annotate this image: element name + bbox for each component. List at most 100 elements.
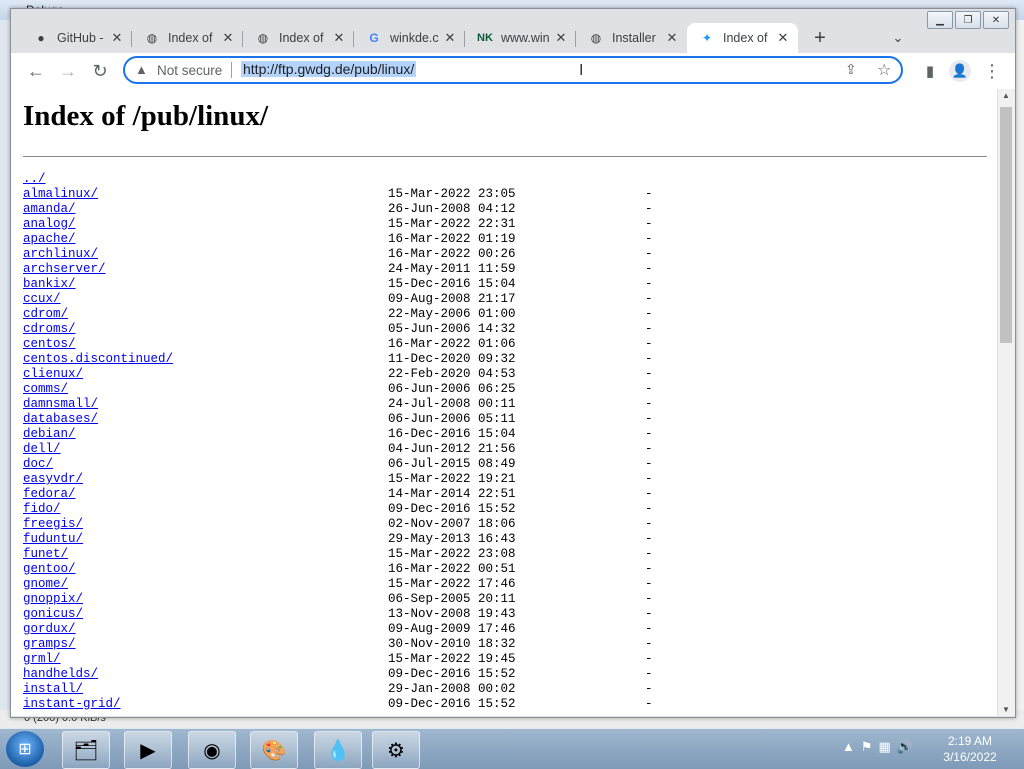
directory-link[interactable]: fido/ (23, 502, 61, 517)
tab-github[interactable]: ● GitHub - ✕ (21, 23, 132, 53)
profile-avatar-icon[interactable]: 👤 (947, 58, 973, 84)
file-size: - (645, 427, 653, 441)
file-size: - (645, 622, 653, 636)
close-tab-icon[interactable]: ✕ (663, 30, 681, 46)
directory-link[interactable]: gnome/ (23, 577, 68, 592)
address-bar[interactable]: ▲ Not secure http://ftp.gwdg.de/pub/linu… (123, 56, 903, 84)
network-icon[interactable]: ▦ (879, 739, 891, 755)
menu-kebab-icon[interactable]: ⋮ (979, 58, 1005, 84)
volume-icon[interactable]: 🔊 (897, 739, 913, 755)
scroll-down-arrow-icon[interactable]: ▼ (1002, 705, 1010, 714)
directory-link[interactable]: cdroms/ (23, 322, 76, 337)
tab-index-of-2[interactable]: ◍ Index of ✕ (243, 23, 354, 53)
list-item: centos.discontinued/11-Dec-2020 09:32 - (23, 352, 973, 367)
nk-icon: NK (477, 32, 493, 44)
file-size: - (645, 487, 653, 501)
not-secure-label[interactable]: Not secure (157, 63, 222, 78)
vertical-scrollbar[interactable]: ▲ ▼ (997, 89, 1015, 716)
close-tab-icon[interactable]: ✕ (552, 30, 570, 46)
share-icon[interactable]: ⇪ (845, 61, 857, 78)
forward-arrow-icon[interactable]: → (55, 58, 81, 84)
modified-date: 09-Aug-2008 21:17 (388, 292, 516, 306)
modified-date: 29-Jan-2008 00:02 (388, 682, 516, 696)
tab-strip: ● GitHub - ✕ ◍ Index of ✕ ◍ Index of ✕ G… (11, 23, 1015, 53)
directory-link[interactable]: doc/ (23, 457, 53, 472)
kde-taskbar-button[interactable]: ⚙ (372, 731, 420, 769)
list-item: almalinux/15-Mar-2022 23:05 - (23, 187, 973, 202)
back-arrow-icon[interactable]: ← (23, 58, 49, 84)
directory-link[interactable]: dell/ (23, 442, 61, 457)
directory-link[interactable]: apache/ (23, 232, 76, 247)
directory-link[interactable]: freegis/ (23, 517, 83, 532)
directory-link[interactable]: install/ (23, 682, 83, 697)
directory-link[interactable]: almalinux/ (23, 187, 98, 202)
directory-link[interactable]: gonicus/ (23, 607, 83, 622)
directory-link[interactable]: databases/ (23, 412, 98, 427)
list-item: install/29-Jan-2008 00:02 - (23, 682, 973, 697)
directory-link[interactable]: gentoo/ (23, 562, 76, 577)
directory-link[interactable]: funet/ (23, 547, 68, 562)
start-button[interactable]: ⊞ (6, 731, 44, 767)
tab-www-win[interactable]: NK www.win ✕ (465, 23, 576, 53)
tab-search-chevron-icon[interactable]: ⌄ (887, 27, 909, 49)
clock[interactable]: 2:19 AM 3/16/2022 (930, 733, 1010, 765)
scroll-up-arrow-icon[interactable]: ▲ (1002, 91, 1010, 100)
directory-link[interactable]: analog/ (23, 217, 76, 232)
explorer-icon: 🗂 (73, 739, 99, 762)
directory-link[interactable]: bankix/ (23, 277, 76, 292)
tab-installer[interactable]: ◍ Installer ✕ (576, 23, 687, 53)
modified-date: 24-Jul-2008 00:11 (388, 397, 516, 411)
directory-link[interactable]: archserver/ (23, 262, 106, 277)
paint-taskbar-button[interactable]: 🎨 (250, 731, 298, 769)
tab-index-of-1[interactable]: ◍ Index of ✕ (132, 23, 243, 53)
media-player-taskbar-button[interactable]: ▶ (124, 731, 172, 769)
tab-index-of-active[interactable]: ✦ Index of ✕ (687, 23, 798, 53)
directory-listing: ../ almalinux/15-Mar-2022 23:05- amanda/2… (23, 172, 973, 712)
directory-link[interactable]: cdrom/ (23, 307, 68, 322)
reload-icon[interactable]: ↻ (87, 58, 113, 84)
directory-link[interactable]: amanda/ (23, 202, 76, 217)
directory-link[interactable]: comms/ (23, 382, 68, 397)
list-item: cdrom/22-May-2006 01:00 - (23, 307, 973, 322)
warning-triangle-icon[interactable]: ▲ (135, 62, 148, 77)
explorer-taskbar-button[interactable]: 🗂 (62, 731, 110, 769)
action-center-flag-icon[interactable]: ⚑ (861, 739, 873, 755)
directory-link[interactable]: easyvdr/ (23, 472, 83, 487)
directory-link[interactable]: archlinux/ (23, 247, 98, 262)
close-tab-icon[interactable]: ✕ (774, 30, 792, 46)
close-tab-icon[interactable]: ✕ (330, 30, 348, 46)
directory-link[interactable]: handhelds/ (23, 667, 98, 682)
directory-link[interactable]: damnsmall/ (23, 397, 98, 412)
tab-winkde[interactable]: G winkde.c ✕ (354, 23, 465, 53)
file-size: - (645, 232, 653, 246)
url-text[interactable]: http://ftp.gwdg.de/pub/linux/ (241, 61, 417, 77)
list-item: funet/15-Mar-2022 23:08 - (23, 547, 973, 562)
directory-link[interactable]: grml/ (23, 652, 61, 667)
parent-directory-link[interactable]: ../ (23, 172, 46, 187)
directory-link[interactable]: instant-grid/ (23, 697, 121, 712)
directory-link[interactable]: fuduntu/ (23, 532, 83, 547)
drop-taskbar-button[interactable]: 💧 (314, 731, 362, 769)
directory-link[interactable]: clienux/ (23, 367, 83, 382)
new-tab-button[interactable]: + (807, 25, 833, 51)
file-size: - (645, 592, 653, 606)
close-tab-icon[interactable]: ✕ (108, 30, 126, 46)
directory-link[interactable]: gnoppix/ (23, 592, 83, 607)
modified-date: 06-Sep-2005 20:11 (388, 592, 516, 606)
side-panel-icon[interactable]: ▮ (917, 58, 943, 84)
show-hidden-icons-icon[interactable]: ▲ (842, 739, 855, 755)
directory-link[interactable]: ccux/ (23, 292, 61, 307)
bookmark-star-icon[interactable]: ☆ (877, 60, 891, 80)
modified-date: 04-Jun-2012 21:56 (388, 442, 516, 456)
chrome-taskbar-button[interactable]: ◉ (188, 731, 236, 769)
directory-link[interactable]: debian/ (23, 427, 76, 442)
directory-link[interactable]: centos/ (23, 337, 76, 352)
close-tab-icon[interactable]: ✕ (219, 30, 237, 46)
directory-link[interactable]: centos.discontinued/ (23, 352, 173, 367)
directory-link[interactable]: gordux/ (23, 622, 76, 637)
close-tab-icon[interactable]: ✕ (441, 30, 459, 46)
file-size: - (645, 697, 653, 711)
directory-link[interactable]: gramps/ (23, 637, 76, 652)
scrollbar-thumb[interactable] (1000, 107, 1012, 343)
directory-link[interactable]: fedora/ (23, 487, 76, 502)
